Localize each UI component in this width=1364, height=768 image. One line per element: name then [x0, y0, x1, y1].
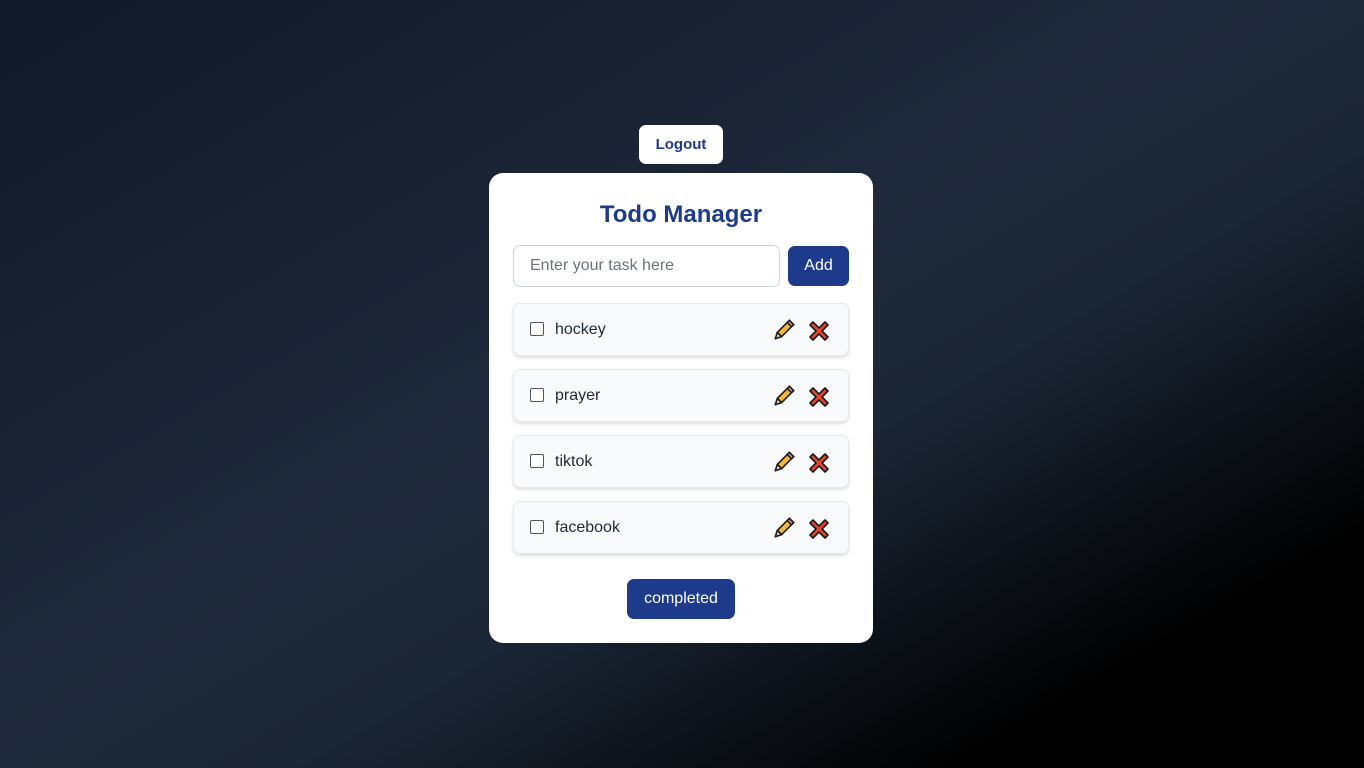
todo-text: tiktok — [555, 453, 593, 470]
todo-checkbox[interactable] — [530, 388, 544, 402]
edit-button[interactable] — [770, 450, 796, 476]
pencil-icon — [770, 318, 796, 344]
todo-item: prayer — [513, 369, 849, 422]
pencil-icon — [770, 516, 796, 542]
edit-button[interactable] — [770, 318, 796, 344]
cross-mark-icon — [806, 516, 832, 542]
edit-button[interactable] — [770, 516, 796, 542]
cross-mark-icon — [806, 384, 832, 410]
todo-text: facebook — [555, 519, 620, 536]
todo-text: hockey — [555, 321, 606, 338]
todo-item: tiktok — [513, 435, 849, 488]
delete-button[interactable] — [806, 384, 832, 410]
todo-checkbox[interactable] — [530, 454, 544, 468]
delete-button[interactable] — [806, 318, 832, 344]
todo-checkbox[interactable] — [530, 322, 544, 336]
cross-mark-icon — [806, 318, 832, 344]
logout-button[interactable]: Logout — [639, 125, 723, 164]
page-title: Todo Manager — [599, 201, 763, 228]
todo-card: Todo Manager Add hockey — [489, 173, 873, 643]
task-input[interactable] — [513, 245, 780, 287]
delete-button[interactable] — [806, 450, 832, 476]
edit-button[interactable] — [770, 384, 796, 410]
cross-mark-icon — [806, 450, 832, 476]
pencil-icon — [770, 450, 796, 476]
completed-button[interactable]: completed — [627, 579, 735, 619]
pencil-icon — [770, 384, 796, 410]
delete-button[interactable] — [806, 516, 832, 542]
todo-checkbox[interactable] — [530, 520, 544, 534]
add-task-button[interactable]: Add — [788, 246, 849, 286]
todo-text: prayer — [555, 387, 601, 404]
todo-list: hockey prayer tiktok facebook — [513, 303, 849, 567]
todo-item: facebook — [513, 501, 849, 554]
todo-item: hockey — [513, 303, 849, 356]
